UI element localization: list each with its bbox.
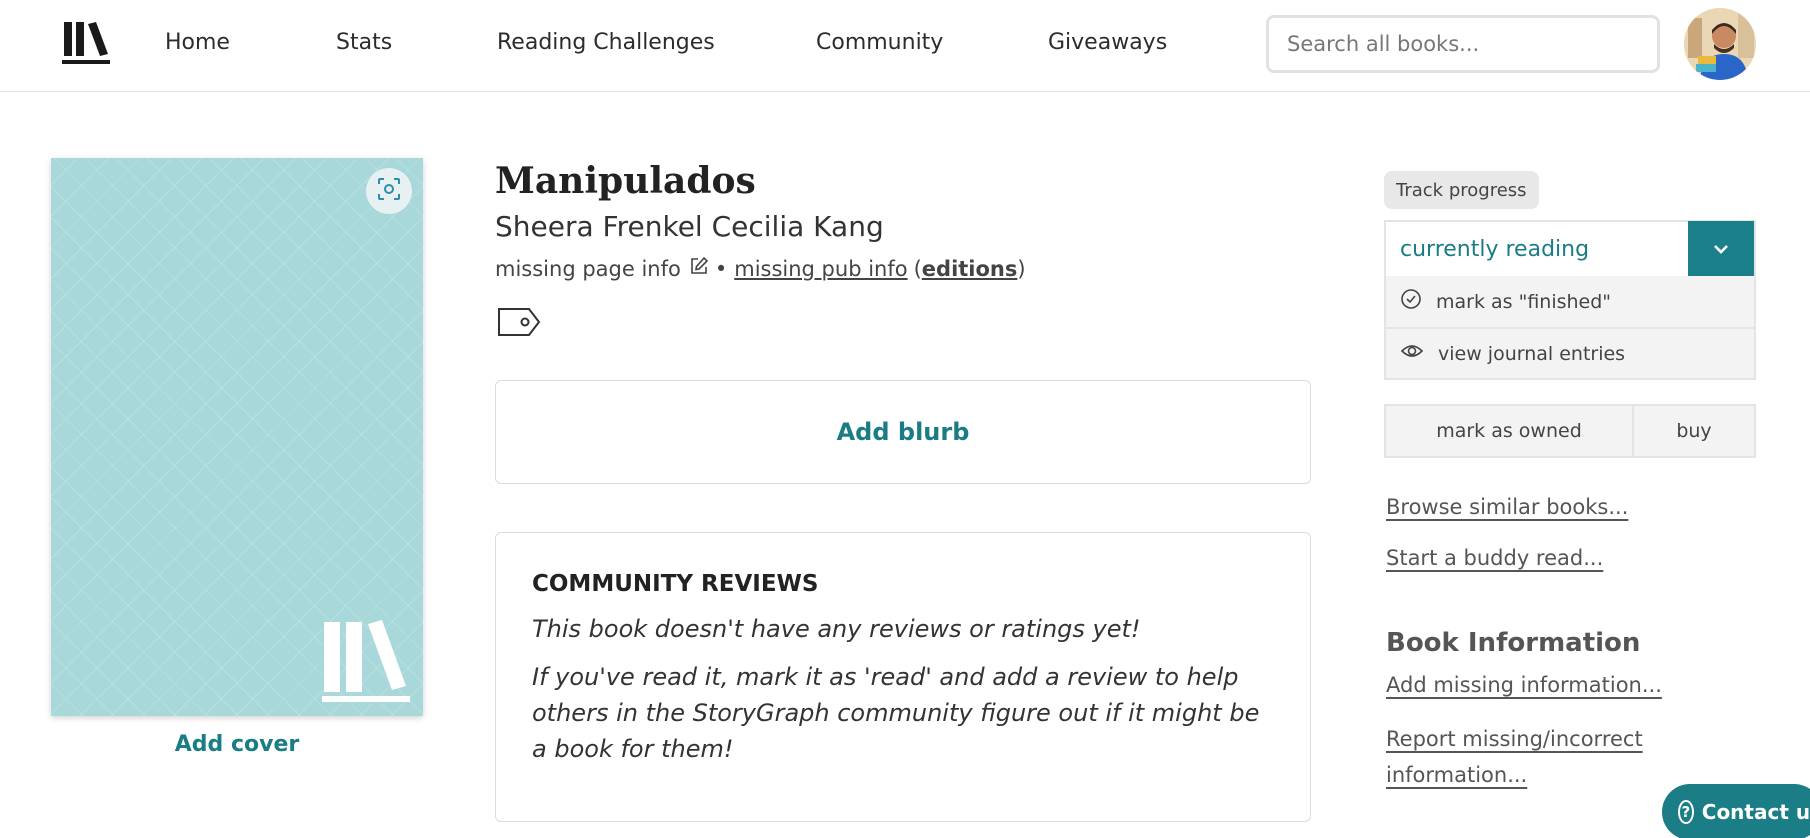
- editions-close-paren: ): [1017, 256, 1026, 281]
- cover-logo-icon: [322, 620, 412, 704]
- nav-stats[interactable]: Stats: [336, 30, 392, 55]
- edit-icon[interactable]: [689, 256, 709, 281]
- chevron-down-icon: [1712, 240, 1730, 259]
- reviews-heading: COMMUNITY REVIEWS: [532, 571, 819, 597]
- mark-finished-label: mark as "finished": [1436, 290, 1612, 313]
- mark-owned-button[interactable]: mark as owned: [1386, 406, 1632, 456]
- check-circle-icon: [1400, 288, 1436, 315]
- buy-button[interactable]: buy: [1632, 406, 1754, 456]
- reading-status-button[interactable]: currently reading: [1386, 222, 1688, 276]
- avatar[interactable]: [1684, 8, 1756, 80]
- reading-status-dropdown: currently reading: [1384, 220, 1756, 278]
- meta-separator: •: [714, 256, 728, 281]
- contact-us-label: Contact us: [1701, 800, 1810, 824]
- status-dropdown-toggle[interactable]: [1688, 221, 1754, 277]
- add-missing-info-link[interactable]: Add missing information...: [1386, 673, 1662, 697]
- contact-us-button[interactable]: ? Contact us: [1662, 784, 1810, 838]
- view-journal-label: view journal entries: [1438, 342, 1626, 365]
- track-progress-label: Track progress: [1384, 171, 1539, 209]
- status-menu: mark as "finished" view journal entries: [1384, 276, 1756, 380]
- tag-icon[interactable]: [496, 306, 542, 342]
- scan-icon: [376, 176, 402, 206]
- review-prompt-text: If you've read it, mark it as 'read' and…: [532, 663, 1260, 763]
- nav-community[interactable]: Community: [816, 30, 943, 55]
- blurb-box: Add blurb: [495, 380, 1311, 484]
- storygraph-logo-icon[interactable]: [62, 20, 112, 66]
- book-authors[interactable]: Sheera Frenkel Cecilia Kang: [495, 210, 884, 243]
- browse-similar-link[interactable]: Browse similar books...: [1386, 495, 1628, 519]
- book-meta: missing page info • missing pub info ( e…: [495, 256, 1026, 281]
- nav-reading-challenges[interactable]: Reading Challenges: [497, 30, 715, 55]
- nav-home[interactable]: Home: [165, 30, 230, 55]
- community-reviews: COMMUNITY REVIEWS This book doesn't have…: [495, 532, 1311, 822]
- page-info: missing page info: [495, 256, 681, 281]
- ownership-controls: mark as owned buy: [1384, 404, 1756, 458]
- editions-open-paren: (: [913, 256, 922, 281]
- add-blurb-link[interactable]: Add blurb: [837, 418, 970, 446]
- book-title: Manipulados: [495, 160, 756, 202]
- scan-cover-button[interactable]: [366, 168, 412, 214]
- no-reviews-text: This book doesn't have any reviews or ra…: [532, 615, 1141, 643]
- editions-link[interactable]: editions: [922, 257, 1018, 281]
- question-circle-icon: ?: [1678, 800, 1694, 824]
- pub-info-link[interactable]: missing pub info: [734, 257, 907, 281]
- buddy-read-link[interactable]: Start a buddy read...: [1386, 546, 1603, 570]
- view-journal-item[interactable]: view journal entries: [1386, 327, 1754, 378]
- report-missing-link[interactable]: Report missing/incorrect: [1386, 727, 1643, 751]
- add-cover-link[interactable]: Add cover: [51, 732, 423, 757]
- nav-giveaways[interactable]: Giveaways: [1048, 30, 1167, 55]
- mark-finished-item[interactable]: mark as "finished": [1386, 276, 1754, 327]
- eye-icon: [1400, 340, 1438, 367]
- book-information-heading: Book Information: [1386, 628, 1641, 658]
- site-header: Home Stats Reading Challenges Community …: [0, 0, 1810, 92]
- search-input[interactable]: [1266, 15, 1660, 73]
- report-missing-link-line2[interactable]: information...: [1386, 763, 1527, 787]
